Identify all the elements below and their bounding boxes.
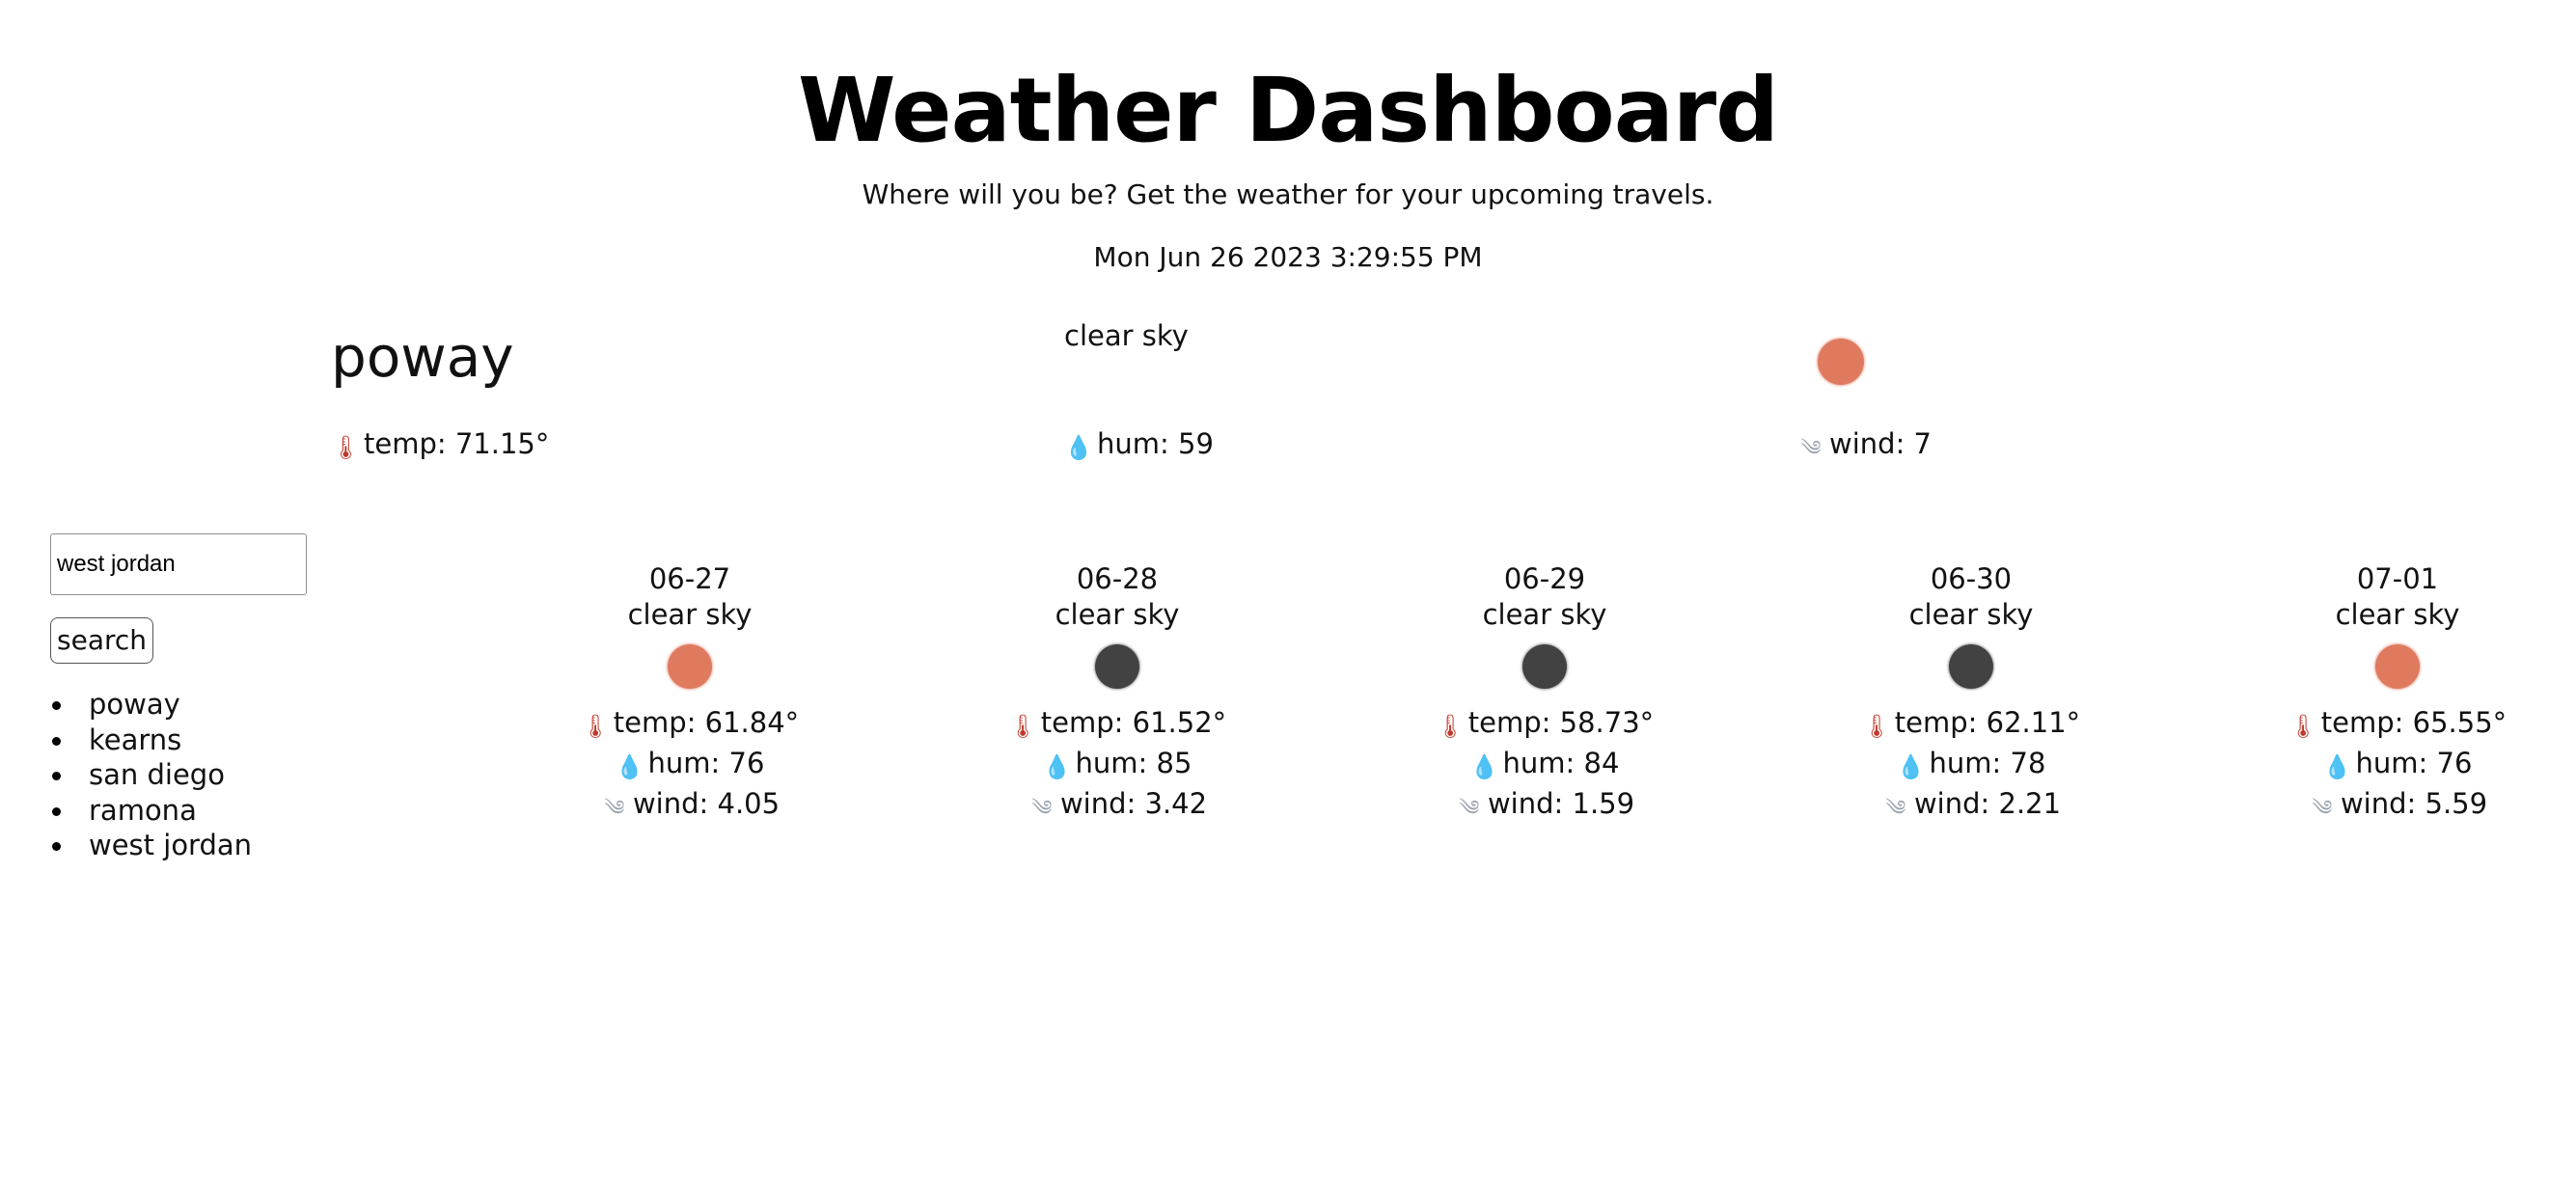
forecast-wind-value: wind: 1.59 bbox=[1487, 787, 1635, 820]
moon-icon bbox=[1949, 644, 1993, 689]
current-wind-value: wind: 7 bbox=[1829, 427, 1932, 460]
forecast-wind-value: wind: 2.21 bbox=[1913, 787, 2062, 820]
sun-icon bbox=[668, 644, 712, 689]
forecast-date: 06-27 bbox=[648, 562, 731, 595]
thermometer-icon: 🌡 bbox=[1861, 713, 1892, 740]
forecast-card: 06-29 clear sky 🌡 temp: 58.73° 💧 hum: 84 ༄… bbox=[1400, 561, 1689, 828]
forecast-temp-value: temp: 62.11° bbox=[1894, 706, 2081, 739]
forecast-wind-value: wind: 5.59 bbox=[2340, 787, 2488, 820]
forecast-wind: ༄ wind: 1.59 bbox=[1400, 785, 1689, 828]
forecast-description: clear sky bbox=[1482, 598, 1607, 631]
thermometer-icon: 🌡 bbox=[331, 434, 361, 461]
moon-icon bbox=[1522, 644, 1567, 689]
droplet-icon: 💧 bbox=[1042, 753, 1072, 780]
droplet-icon: 💧 bbox=[615, 753, 644, 780]
city-search-input[interactable] bbox=[50, 533, 307, 595]
sun-icon bbox=[2375, 644, 2420, 689]
wind-icon: ༄ bbox=[1800, 437, 1822, 461]
forecast-wind-value: wind: 3.42 bbox=[1059, 787, 1208, 820]
forecast-card: 06-30 clear sky 🌡 temp: 62.11° 💧 hum: 78 ༄… bbox=[1826, 561, 2116, 828]
forecast-wind: ༄ wind: 2.21 bbox=[1826, 785, 2116, 828]
history-item[interactable]: west jordan bbox=[51, 828, 252, 863]
wind-icon: ༄ bbox=[1031, 797, 1053, 821]
forecast-description: clear sky bbox=[627, 598, 753, 631]
forecast-humidity: 💧 hum: 76 bbox=[545, 745, 835, 785]
forecast-humidity-value: hum: 76 bbox=[2355, 747, 2473, 779]
current-weather-description: clear sky bbox=[1064, 319, 1189, 352]
droplet-icon: 💧 bbox=[1064, 434, 1093, 461]
thermometer-icon: 🌡 bbox=[580, 713, 611, 740]
thermometer-icon: 🌡 bbox=[2288, 713, 2318, 740]
forecast-temp-value: temp: 61.52° bbox=[1040, 706, 1227, 739]
history-item[interactable]: ramona bbox=[51, 793, 252, 829]
forecast-temp: 🌡 temp: 62.11° bbox=[1826, 704, 2116, 745]
forecast-humidity-value: hum: 85 bbox=[1075, 747, 1192, 779]
current-city-name: poway bbox=[331, 324, 514, 390]
forecast-description: clear sky bbox=[2335, 598, 2460, 631]
wind-icon: ༄ bbox=[1885, 797, 1906, 821]
page-subtitle: Where will you be? Get the weather for y… bbox=[862, 178, 1714, 210]
current-datetime: Mon Jun 26 2023 3:29:55 PM bbox=[1093, 241, 1483, 273]
current-temp: 🌡 temp: 71.15° bbox=[331, 424, 549, 467]
history-item[interactable]: san diego bbox=[51, 757, 252, 793]
droplet-icon: 💧 bbox=[1469, 753, 1499, 780]
forecast-wind: ༄ wind: 4.05 bbox=[545, 785, 835, 828]
search-history-list: poway kearns san diego ramona west jorda… bbox=[50, 687, 252, 863]
history-item[interactable]: poway bbox=[51, 687, 252, 723]
forecast-description: clear sky bbox=[1908, 598, 2034, 631]
forecast-temp-value: temp: 58.73° bbox=[1467, 706, 1655, 739]
forecast-card: 07-01 clear sky 🌡 temp: 65.55° 💧 hum: 76 ༄… bbox=[2253, 561, 2542, 828]
forecast-humidity-value: hum: 76 bbox=[647, 747, 765, 779]
forecast-wind-value: wind: 4.05 bbox=[632, 787, 781, 820]
forecast-wind: ༄ wind: 5.59 bbox=[2253, 785, 2542, 828]
forecast-date: 07-01 bbox=[2356, 562, 2439, 595]
current-humidity-value: hum: 59 bbox=[1097, 427, 1214, 460]
forecast-date: 06-30 bbox=[1930, 562, 2013, 595]
forecast-temp: 🌡 temp: 58.73° bbox=[1400, 704, 1689, 745]
wind-icon: ༄ bbox=[604, 797, 625, 821]
sun-icon bbox=[1818, 339, 1864, 385]
forecast-humidity: 💧 hum: 84 bbox=[1400, 745, 1689, 785]
wind-icon: ༄ bbox=[1459, 797, 1480, 821]
history-item[interactable]: kearns bbox=[51, 723, 252, 758]
forecast-temp-value: temp: 61.84° bbox=[613, 706, 800, 739]
droplet-icon: 💧 bbox=[1896, 753, 1926, 780]
forecast-date: 06-28 bbox=[1076, 562, 1159, 595]
forecast-temp-value: temp: 65.55° bbox=[2320, 706, 2507, 739]
forecast-humidity: 💧 hum: 85 bbox=[973, 745, 1262, 785]
forecast-humidity-value: hum: 84 bbox=[1502, 747, 1620, 779]
forecast-card: 06-28 clear sky 🌡 temp: 61.52° 💧 hum: 85 ༄… bbox=[973, 561, 1262, 828]
thermometer-icon: 🌡 bbox=[1435, 713, 1466, 740]
forecast-temp: 🌡 temp: 65.55° bbox=[2253, 704, 2542, 745]
page-title: Weather Dashboard bbox=[797, 59, 1779, 162]
current-humidity: 💧 hum: 59 bbox=[1064, 424, 1214, 467]
forecast-date: 06-29 bbox=[1503, 562, 1586, 595]
forecast-humidity-value: hum: 78 bbox=[1929, 747, 2046, 779]
current-wind: ༄ wind: 7 bbox=[1796, 424, 1932, 469]
forecast-temp: 🌡 temp: 61.84° bbox=[545, 704, 835, 745]
current-temp-value: temp: 71.15° bbox=[364, 427, 550, 460]
forecast-temp: 🌡 temp: 61.52° bbox=[973, 704, 1262, 745]
forecast-card: 06-27 clear sky 🌡 temp: 61.84° 💧 hum: 76 ༄… bbox=[545, 561, 835, 828]
forecast-wind: ༄ wind: 3.42 bbox=[973, 785, 1262, 828]
thermometer-icon: 🌡 bbox=[1007, 713, 1038, 740]
droplet-icon: 💧 bbox=[2322, 753, 2352, 780]
forecast-humidity: 💧 hum: 78 bbox=[1826, 745, 2116, 785]
forecast-description: clear sky bbox=[1055, 598, 1180, 631]
search-button[interactable]: search bbox=[50, 617, 154, 664]
forecast-humidity: 💧 hum: 76 bbox=[2253, 745, 2542, 785]
wind-icon: ༄ bbox=[2312, 797, 2333, 821]
moon-icon bbox=[1095, 644, 1139, 689]
